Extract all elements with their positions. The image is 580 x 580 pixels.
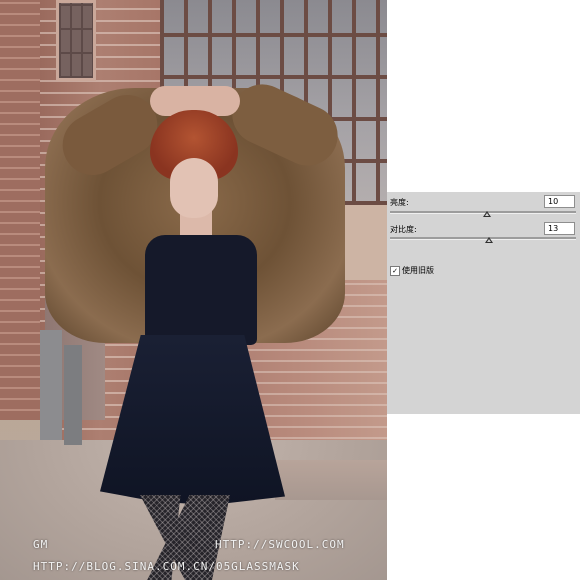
watermark-author: GM [33,538,49,551]
brightness-contrast-panel: 亮度: 10 对比度: 13 ✓ 使用旧版 [387,192,580,414]
contrast-label: 对比度: [390,225,417,234]
brightness-input[interactable]: 10 [544,195,575,208]
use-legacy-checkbox[interactable]: ✓ [390,266,400,276]
contrast-slider-thumb[interactable] [484,237,493,243]
curb [275,460,387,500]
brightness-slider-thumb[interactable] [482,211,491,217]
pipe [64,345,82,445]
watermark-site: HTTP://SWCOOL.COM [215,538,345,551]
use-legacy-label: 使用旧版 [402,266,434,275]
pipe [40,330,62,440]
brightness-label: 亮度: [390,198,409,207]
window-left [56,0,96,81]
face [170,158,218,218]
dress-bodice [145,235,257,345]
contrast-input[interactable]: 13 [544,222,575,235]
contrast-slider-track[interactable] [390,237,576,240]
watermark-blog: HTTP://BLOG.SINA.COM.CN/05GLASSMASK [33,560,300,573]
photo-canvas: GM HTTP://SWCOOL.COM HTTP://BLOG.SINA.CO… [0,0,387,580]
check-icon: ✓ [392,267,398,275]
brick-pillar [0,0,40,420]
